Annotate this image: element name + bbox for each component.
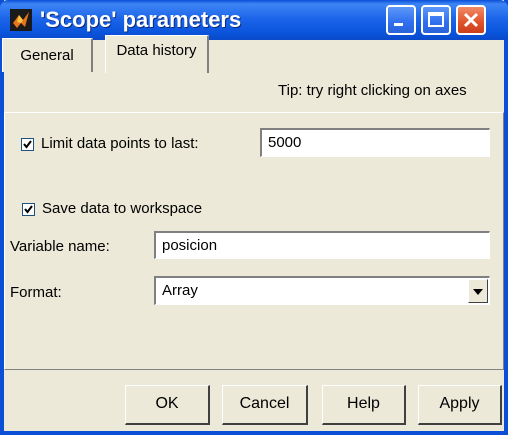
cancel-button[interactable]: Cancel — [222, 385, 308, 425]
format-label: Format: — [10, 284, 62, 301]
help-button-label: Help — [347, 395, 380, 412]
limit-points-input[interactable]: 5000 — [260, 128, 490, 157]
tab-data-history-label: Data history — [116, 42, 197, 59]
ok-button-label: OK — [155, 395, 179, 412]
format-select[interactable]: Array — [154, 276, 490, 305]
limit-points-label: Limit data points to last: — [41, 135, 199, 152]
help-button[interactable]: Help — [322, 385, 406, 425]
tab-data-history[interactable]: Data history — [105, 35, 209, 73]
variable-name-label: Variable name: — [10, 238, 110, 255]
close-button[interactable] — [456, 5, 486, 35]
tab-general[interactable]: General — [2, 38, 93, 72]
minimize-button[interactable] — [386, 5, 416, 35]
apply-button[interactable]: Apply — [418, 385, 502, 425]
chevron-down-icon[interactable] — [468, 279, 488, 303]
tab-general-label: General — [20, 47, 74, 64]
tip-text: Tip: try right clicking on axes — [278, 82, 467, 99]
format-select-value: Array — [162, 282, 198, 299]
variable-name-input[interactable]: posicion — [154, 231, 490, 259]
apply-button-label: Apply — [439, 395, 480, 412]
limit-points-checkbox[interactable] — [21, 138, 34, 151]
window-title: 'Scope' parameters — [40, 7, 242, 32]
cancel-button-label: Cancel — [239, 395, 290, 412]
matlab-logo-icon — [10, 9, 32, 31]
save-workspace-label: Save data to workspace — [42, 200, 203, 217]
title-bar[interactable]: 'Scope' parameters — [0, 0, 508, 40]
ok-button[interactable]: OK — [125, 385, 210, 425]
maximize-button[interactable] — [421, 5, 451, 35]
save-workspace-checkbox[interactable] — [22, 203, 35, 216]
